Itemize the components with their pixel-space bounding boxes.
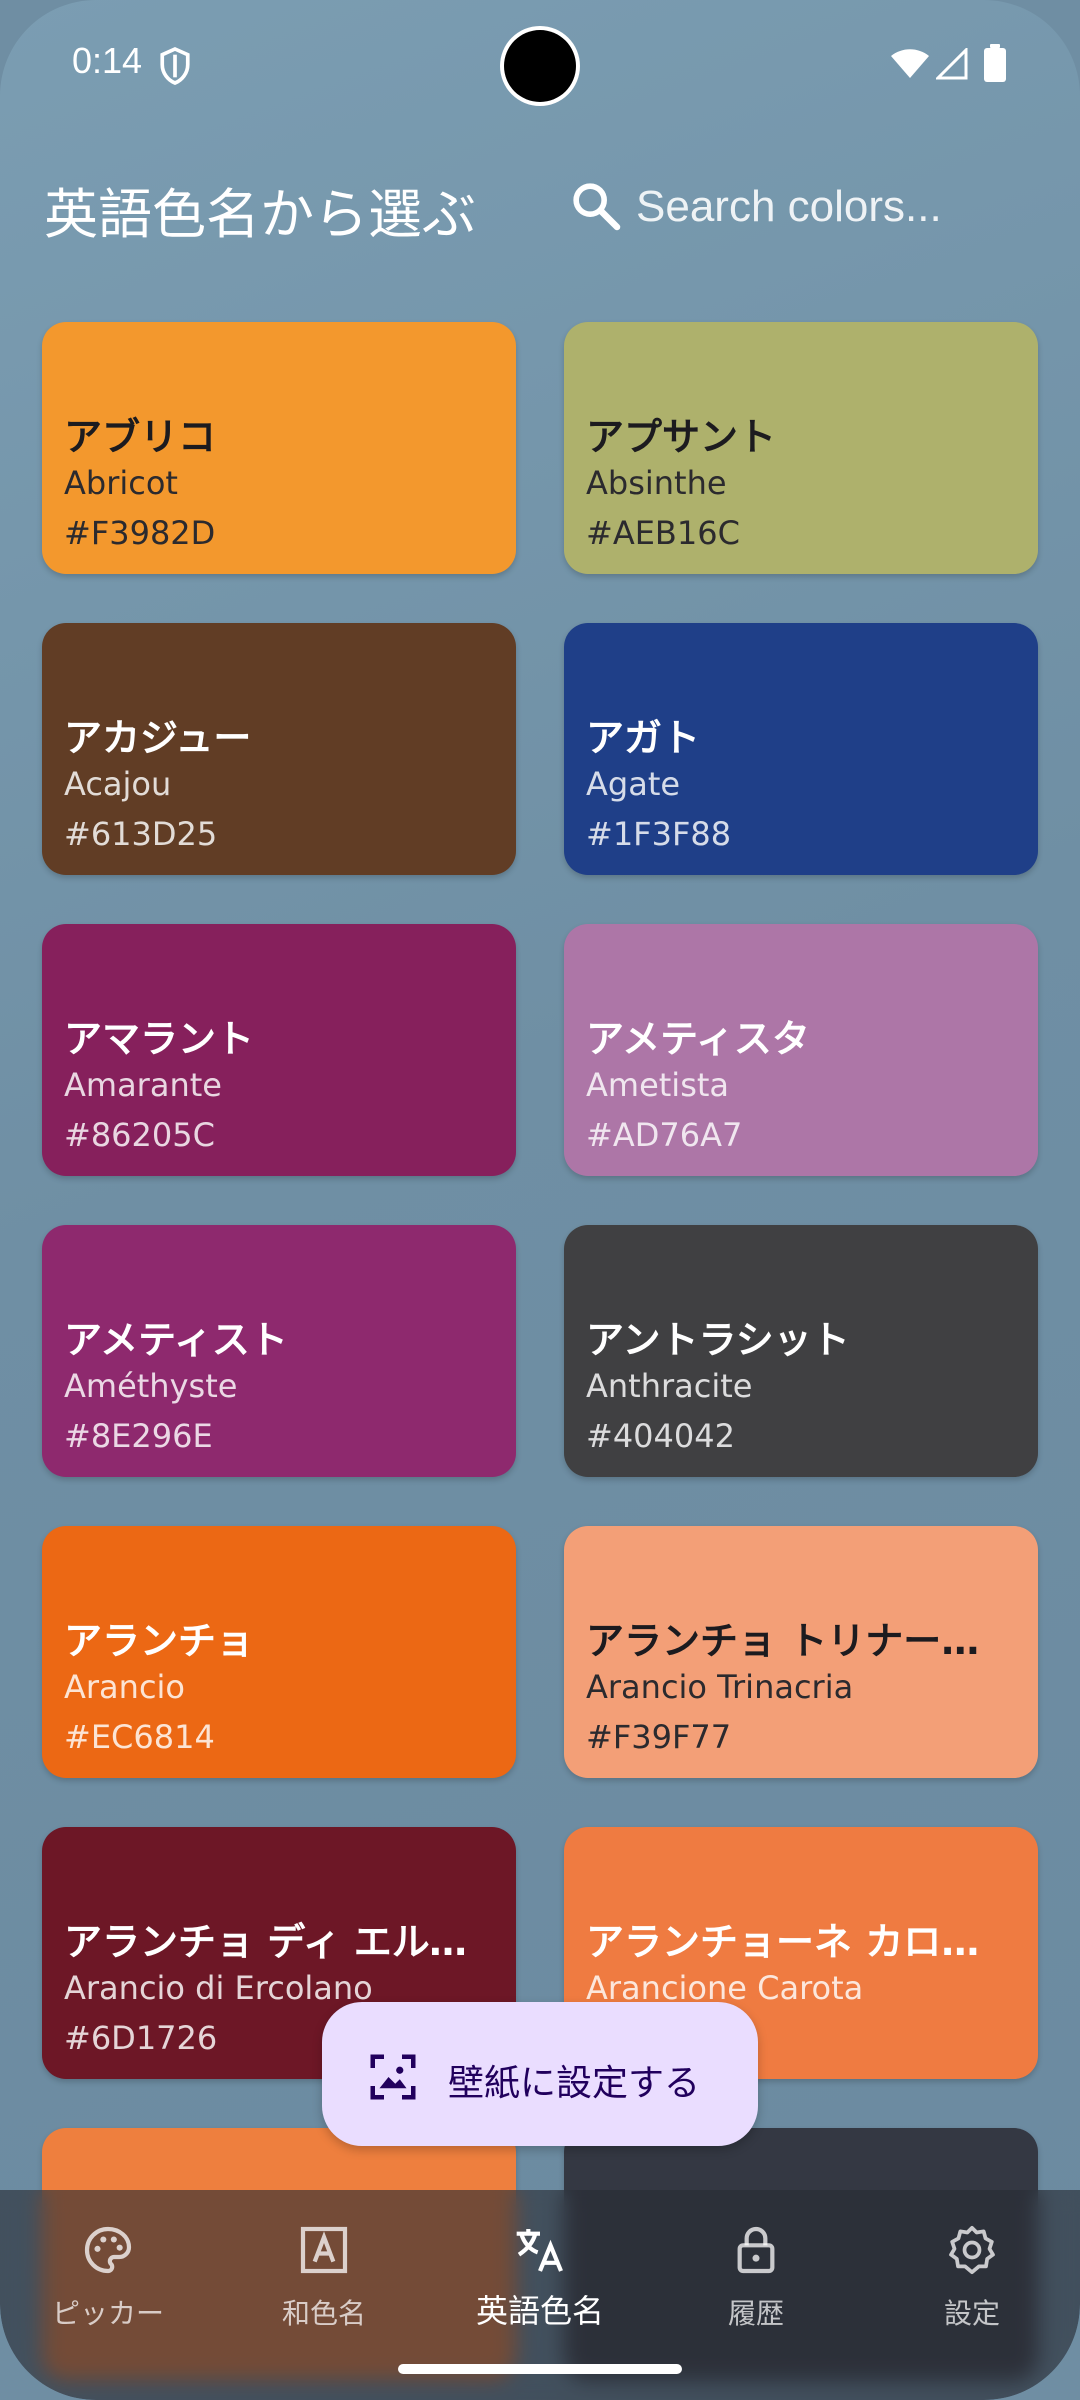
nav-label: 設定: [943, 2297, 1000, 2330]
status-bar: 0:14: [0, 0, 1080, 130]
translate-icon: [516, 2229, 563, 2272]
color-name-en: Agate: [586, 765, 681, 803]
app-screen: 0:14 英語色名から選ぶ アブリコ Abricot #F3982D: [0, 0, 1080, 2400]
nav-label: ピッカー: [51, 2297, 164, 2330]
palette-icon: [84, 2226, 132, 2274]
nav-label: 履歴: [727, 2297, 784, 2330]
wifi-icon: [891, 49, 929, 78]
lock-icon: [737, 2226, 775, 2274]
color-hex: #1F3F88: [586, 815, 732, 853]
color-name-jp: アマラント: [64, 1017, 255, 1061]
color-name-en: Ametista: [586, 1066, 730, 1104]
color-card[interactable]: アメティスタ Ametista #AD76A7: [564, 924, 1038, 1176]
color-name-en: Arancio Trinacria: [586, 1668, 854, 1706]
gear-icon: [949, 2225, 995, 2275]
page-title: 英語色名から選ぶ: [44, 183, 476, 246]
color-name-jp: アランチョ ディ エルコ…: [64, 1920, 494, 1964]
color-name-en: Arancio: [64, 1668, 185, 1706]
color-hex: #613D25: [64, 815, 218, 853]
letter-a-icon: [300, 2226, 348, 2274]
color-hex: #6D1726: [64, 2019, 218, 2057]
nav-item-japanese-colors[interactable]: 和色名: [216, 2212, 432, 2342]
color-hex: #F39F77: [586, 1718, 732, 1756]
home-indicator[interactable]: [398, 2364, 682, 2374]
status-time: 0:14: [72, 40, 143, 81]
nav-item-picker[interactable]: ピッカー: [0, 2212, 216, 2342]
color-name-en: Acajou: [64, 765, 172, 803]
color-name-jp: アカジュー: [64, 716, 252, 760]
color-name-jp: アントラシット: [586, 1318, 850, 1362]
nav-label: 和色名: [281, 2297, 366, 2330]
color-name-jp: アブリコ: [64, 415, 217, 459]
set-wallpaper-button[interactable]: 壁紙に設定する: [322, 2002, 758, 2146]
camera-cutout: [504, 30, 576, 102]
color-hex: #F3982D: [64, 514, 216, 552]
color-card[interactable]: アブリコ Abricot #F3982D: [42, 322, 516, 574]
color-card[interactable]: アランチョ トリナーク… Arancio Trinacria #F39F77: [564, 1526, 1038, 1778]
color-card[interactable]: アプサント Absinthe #AEB16C: [564, 322, 1038, 574]
set-wallpaper-label: 壁紙に設定する: [448, 2063, 701, 2104]
search-icon[interactable]: [568, 178, 624, 234]
color-card[interactable]: アントラシット Anthracite #404042: [564, 1225, 1038, 1477]
color-card[interactable]: アマラント Amarante #86205C: [42, 924, 516, 1176]
color-name-en: Abricot: [64, 464, 178, 502]
color-hex: #AD76A7: [586, 1116, 743, 1154]
nav-item-english-colors[interactable]: 英語色名: [432, 2212, 648, 2342]
wallpaper-icon: [370, 2054, 416, 2100]
color-name-jp: アメティスタ: [586, 1017, 810, 1061]
signal-icon: [936, 48, 968, 80]
nav-item-settings[interactable]: 設定: [864, 2212, 1080, 2342]
color-card[interactable]: アカジュー Acajou #613D25: [42, 623, 516, 875]
color-name-jp: アランチョ: [64, 1619, 255, 1663]
color-hex: #AEB16C: [586, 514, 740, 552]
color-name-jp: アランチョ トリナーク…: [586, 1619, 1016, 1663]
color-name-en: Absinthe: [586, 464, 727, 502]
color-name-en: Améthyste: [64, 1367, 238, 1405]
color-name-jp: アガト: [586, 716, 701, 760]
color-card[interactable]: アメティスト Améthyste #8E296E: [42, 1225, 516, 1477]
shield-icon: [160, 46, 190, 85]
search-input[interactable]: [636, 172, 1036, 242]
color-hex: #86205C: [64, 1116, 215, 1154]
color-hex: #EC6814: [64, 1718, 215, 1756]
color-name-en: Amarante: [64, 1066, 222, 1104]
color-hex: #8E296E: [64, 1417, 213, 1455]
color-card[interactable]: アガト Agate #1F3F88: [564, 623, 1038, 875]
nav-label: 英語色名: [475, 2292, 604, 2330]
color-name-jp: アメティスト: [64, 1318, 288, 1362]
color-card[interactable]: アランチョ Arancio #EC6814: [42, 1526, 516, 1778]
color-name-jp: アプサント: [586, 415, 777, 459]
nav-item-history[interactable]: 履歴: [648, 2212, 864, 2342]
color-hex: #404042: [586, 1417, 735, 1455]
color-name-jp: アランチョーネ カロータ: [586, 1920, 1016, 1964]
color-name-en: Anthracite: [586, 1367, 753, 1405]
battery-icon: [984, 44, 1006, 82]
